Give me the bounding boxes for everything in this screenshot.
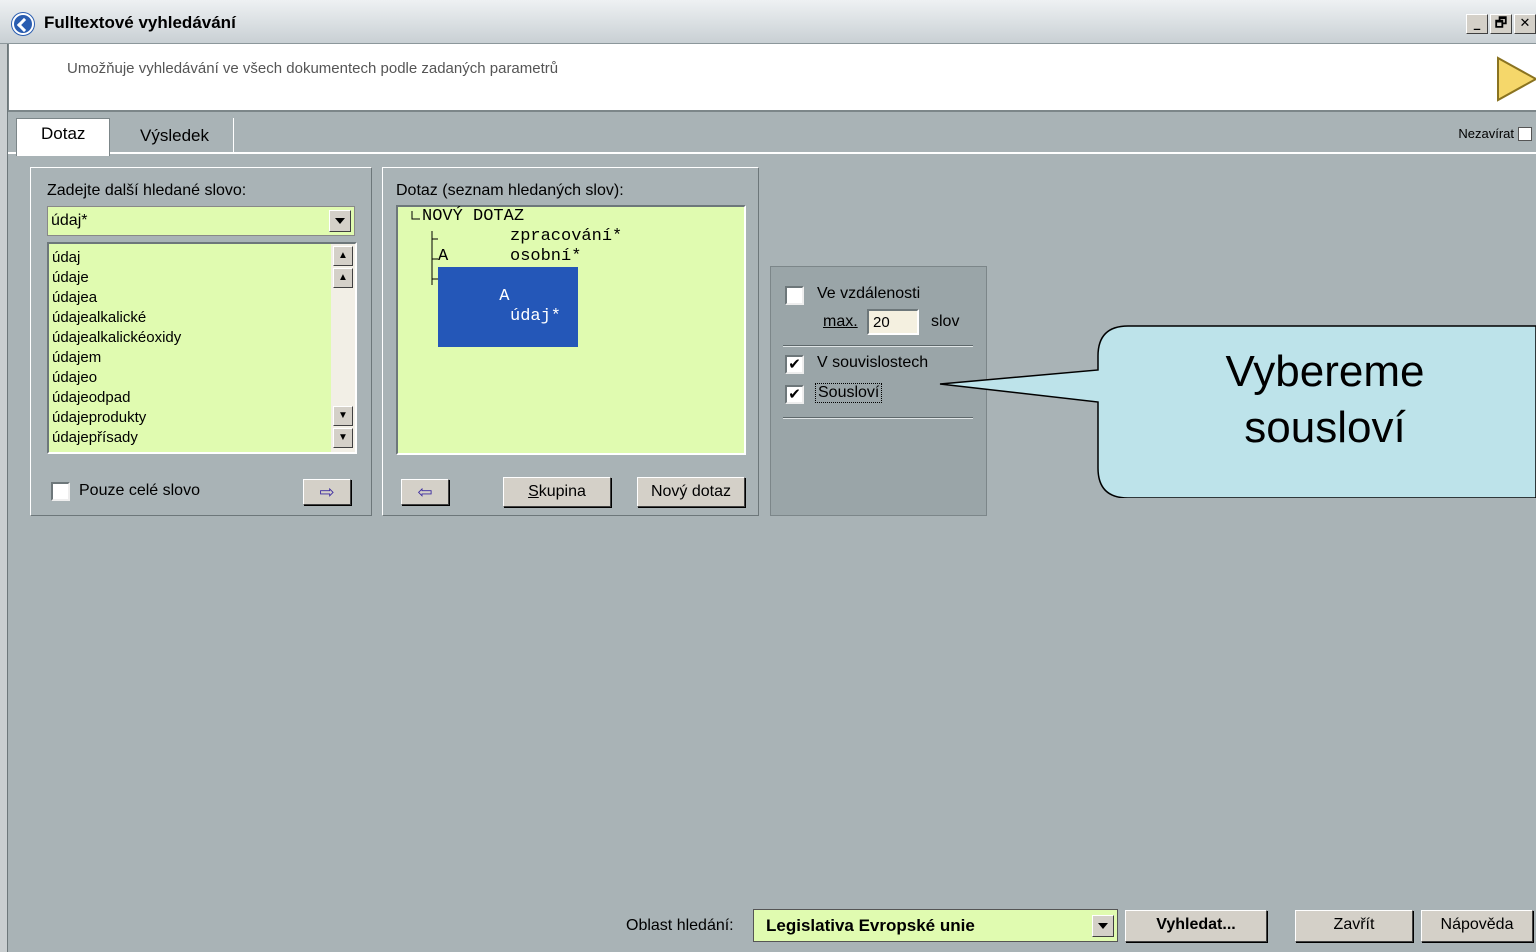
word-input-panel: Zadejte další hledané slovo: údaj* údaj … <box>30 167 372 516</box>
description-text: Umožňuje vyhledávání ve všech dokumentec… <box>67 60 559 77</box>
list-item[interactable]: údajea <box>52 288 355 308</box>
nezavirat-checkbox[interactable] <box>1518 126 1532 141</box>
list-scrollbar[interactable]: ▲ ▲ ▼ ▼ <box>331 244 355 452</box>
list-item[interactable]: údajealkalické <box>52 308 355 328</box>
query-item-operator: A <box>438 247 449 266</box>
restore-button[interactable]: 🗗 <box>1490 14 1512 34</box>
list-item[interactable]: údajeodpad <box>52 388 355 408</box>
callout-line-2: sousloví <box>1244 403 1406 452</box>
run-arrow-icon[interactable] <box>1492 54 1536 104</box>
whole-word-label: Pouze celé slovo <box>79 482 200 499</box>
scroll-down-icon[interactable]: ▼ <box>333 406 353 426</box>
list-item[interactable]: údajeprodukty <box>52 408 355 428</box>
callout-text: Vybereme sousloví <box>1180 344 1470 456</box>
search-button[interactable]: Vyhledat... <box>1125 910 1267 942</box>
tab-strip: Dotaz Výsledek Nezavírat <box>8 112 1536 156</box>
contexts-checkbox[interactable]: ✔ <box>785 355 804 374</box>
app-icon <box>12 13 34 35</box>
search-area-value[interactable]: Legislativa Evropské unie <box>754 916 1092 936</box>
list-item[interactable]: údajem <box>52 348 355 368</box>
tab-dotaz[interactable]: Dotaz <box>16 118 111 156</box>
max-distance-input[interactable]: 20 <box>867 309 919 335</box>
query-item-term[interactable]: osobní* <box>510 247 581 267</box>
list-item[interactable]: údaje <box>52 268 355 288</box>
nezavirat-label: Nezavírat <box>1458 126 1514 141</box>
search-area-label: Oblast hledání: <box>626 917 734 934</box>
page-up-icon[interactable]: ▲ <box>333 246 353 266</box>
word-suggestion-list[interactable]: údaj údaje údajea údajealkalické údajeal… <box>47 242 357 454</box>
query-item-term[interactable]: zpracování* <box>510 227 622 247</box>
query-item-operator: A <box>499 287 510 306</box>
list-item[interactable]: údaj <box>52 248 355 268</box>
word-input-label: Zadejte další hledané slovo: <box>47 182 247 199</box>
window-left-border <box>0 44 8 952</box>
list-item[interactable]: údajepřísady <box>52 428 355 448</box>
add-word-button[interactable]: ⇨ <box>303 479 351 505</box>
minimize-button[interactable]: _ <box>1466 14 1488 34</box>
group-button-accesskey: S <box>528 483 539 500</box>
tab-vysledek[interactable]: Výsledek <box>116 118 234 154</box>
phrase-label: Sousloví <box>815 383 883 403</box>
list-item[interactable]: údajealkalickéoxidy <box>52 328 355 348</box>
page-down-icon[interactable]: ▼ <box>333 428 353 448</box>
chevron-down-icon[interactable] <box>329 210 351 232</box>
query-root[interactable]: NOVÝ DOTAZ <box>422 207 524 227</box>
remove-word-button[interactable]: ⇦ <box>401 479 449 505</box>
contexts-label: V souvislostech <box>817 354 929 371</box>
group-button[interactable]: Skupina <box>503 477 611 507</box>
scroll-up-icon[interactable]: ▲ <box>333 268 353 288</box>
window-controls: _ 🗗 ✕ <box>1466 14 1536 34</box>
close-button[interactable]: Zavřít <box>1295 910 1413 942</box>
word-input-combo[interactable]: údaj* <box>47 206 355 236</box>
description-bar: Umožňuje vyhledávání ve všech dokumentec… <box>8 44 1536 112</box>
query-tree[interactable]: NOVÝ DOTAZ zpracování* A osobní* A údaj* <box>396 205 746 455</box>
word-input-value[interactable]: údaj* <box>48 212 329 230</box>
callout-line-1: Vybereme <box>1225 347 1425 396</box>
distance-label: Ve vzdálenosti <box>817 285 921 302</box>
new-query-button[interactable]: Nový dotaz <box>637 477 745 507</box>
whole-word-checkbox[interactable] <box>51 482 70 501</box>
distance-checkbox[interactable] <box>785 286 804 305</box>
close-window-button[interactable]: ✕ <box>1514 14 1536 34</box>
search-area-select[interactable]: Legislativa Evropské unie <box>753 909 1118 942</box>
query-label: Dotaz (seznam hledaných slov): <box>396 182 624 199</box>
title-bar: Fulltextové vyhledávání _ 🗗 ✕ <box>0 0 1536 44</box>
window-title: Fulltextové vyhledávání <box>44 13 236 32</box>
query-panel: Dotaz (seznam hledaných slov): NOVÝ DOTA… <box>382 167 759 516</box>
nezavirat-option[interactable]: Nezavírat <box>1458 126 1532 141</box>
phrase-checkbox[interactable]: ✔ <box>785 385 804 404</box>
query-item-selected[interactable]: A údaj* <box>438 267 578 347</box>
help-button[interactable]: Nápověda <box>1421 910 1533 942</box>
chevron-down-icon[interactable] <box>1092 914 1114 937</box>
query-item-term[interactable]: údaj* <box>510 307 561 327</box>
max-label: max. <box>823 313 858 330</box>
list-item[interactable]: údajeo <box>52 368 355 388</box>
